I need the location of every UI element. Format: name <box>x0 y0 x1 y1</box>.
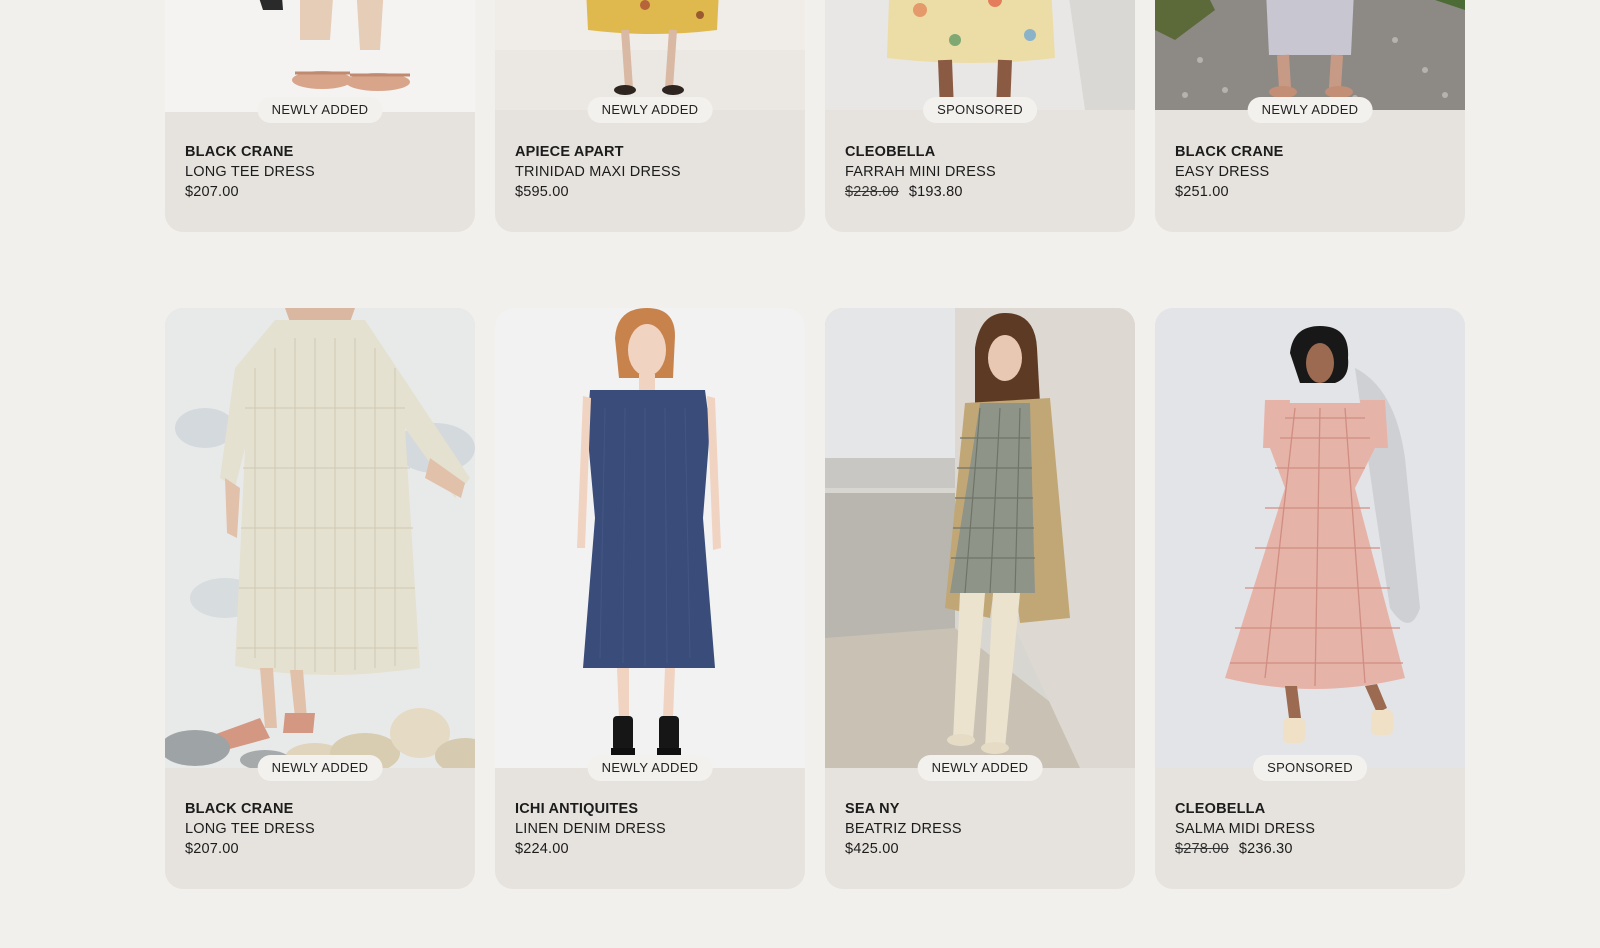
newly-added-badge: NEWLY ADDED <box>917 755 1043 781</box>
product-price: $425.00 <box>845 841 899 857</box>
product-card[interactable]: NEWLY ADDED SEA NY BEATRIZ DRESS $425.00 <box>825 308 1135 889</box>
product-image[interactable] <box>495 308 805 768</box>
brand-name[interactable]: CLEOBELLA <box>845 142 996 162</box>
product-price: $224.00 <box>515 841 569 857</box>
sale-price: $236.30 <box>1238 841 1293 857</box>
brand-name[interactable]: BLACK CRANE <box>185 142 315 162</box>
product-image[interactable] <box>1155 308 1465 768</box>
product-name[interactable]: TRINIDAD MAXI DRESS <box>515 162 681 182</box>
product-card[interactable]: NEWLY ADDED BLACK CRANE LONG TEE DRESS $… <box>165 0 475 232</box>
original-price: $228.00 <box>845 184 899 200</box>
sponsored-badge: SPONSORED <box>923 97 1037 123</box>
newly-added-badge: NEWLY ADDED <box>257 97 383 123</box>
product-name[interactable]: LINEN DENIM DRESS <box>515 819 666 839</box>
brand-name[interactable]: BLACK CRANE <box>1175 142 1284 162</box>
newly-added-badge: NEWLY ADDED <box>587 755 713 781</box>
newly-added-badge: NEWLY ADDED <box>257 755 383 781</box>
brand-name[interactable]: SEA NY <box>845 799 962 819</box>
product-card[interactable]: NEWLY ADDED BLACK CRANE EASY DRESS $251.… <box>1155 0 1465 232</box>
product-price: $207.00 <box>185 184 239 200</box>
product-card[interactable]: SPONSORED CLEOBELLA SALMA MIDI DRESS $27… <box>1155 308 1465 889</box>
product-card[interactable]: NEWLY ADDED ICHI ANTIQUITES LINEN DENIM … <box>495 308 805 889</box>
product-name[interactable]: LONG TEE DRESS <box>185 819 315 839</box>
product-image[interactable] <box>165 0 475 112</box>
product-card[interactable]: NEWLY ADDED BLACK CRANE LONG TEE DRESS $… <box>165 308 475 889</box>
newly-added-badge: NEWLY ADDED <box>1247 97 1373 123</box>
product-name[interactable]: LONG TEE DRESS <box>185 162 315 182</box>
product-card[interactable]: NEWLY ADDED APIECE APART TRINIDAD MAXI D… <box>495 0 805 232</box>
product-image[interactable] <box>825 0 1135 110</box>
brand-name[interactable]: CLEOBELLA <box>1175 799 1315 819</box>
product-image[interactable] <box>825 308 1135 768</box>
product-price: $207.00 <box>185 841 239 857</box>
product-image[interactable] <box>165 308 475 768</box>
sponsored-badge: SPONSORED <box>1253 755 1367 781</box>
brand-name[interactable]: ICHI ANTIQUITES <box>515 799 666 819</box>
newly-added-badge: NEWLY ADDED <box>587 97 713 123</box>
brand-name[interactable]: BLACK CRANE <box>185 799 315 819</box>
product-image[interactable] <box>1155 0 1465 110</box>
product-name[interactable]: EASY DRESS <box>1175 162 1284 182</box>
product-name[interactable]: FARRAH MINI DRESS <box>845 162 996 182</box>
sale-price: $193.80 <box>908 184 963 200</box>
product-price: $595.00 <box>515 184 569 200</box>
product-card[interactable]: SPONSORED CLEOBELLA FARRAH MINI DRESS $2… <box>825 0 1135 232</box>
original-price: $278.00 <box>1175 841 1229 857</box>
product-name[interactable]: SALMA MIDI DRESS <box>1175 819 1315 839</box>
product-price: $251.00 <box>1175 184 1229 200</box>
product-image[interactable] <box>495 0 805 110</box>
product-name[interactable]: BEATRIZ DRESS <box>845 819 962 839</box>
brand-name[interactable]: APIECE APART <box>515 142 681 162</box>
